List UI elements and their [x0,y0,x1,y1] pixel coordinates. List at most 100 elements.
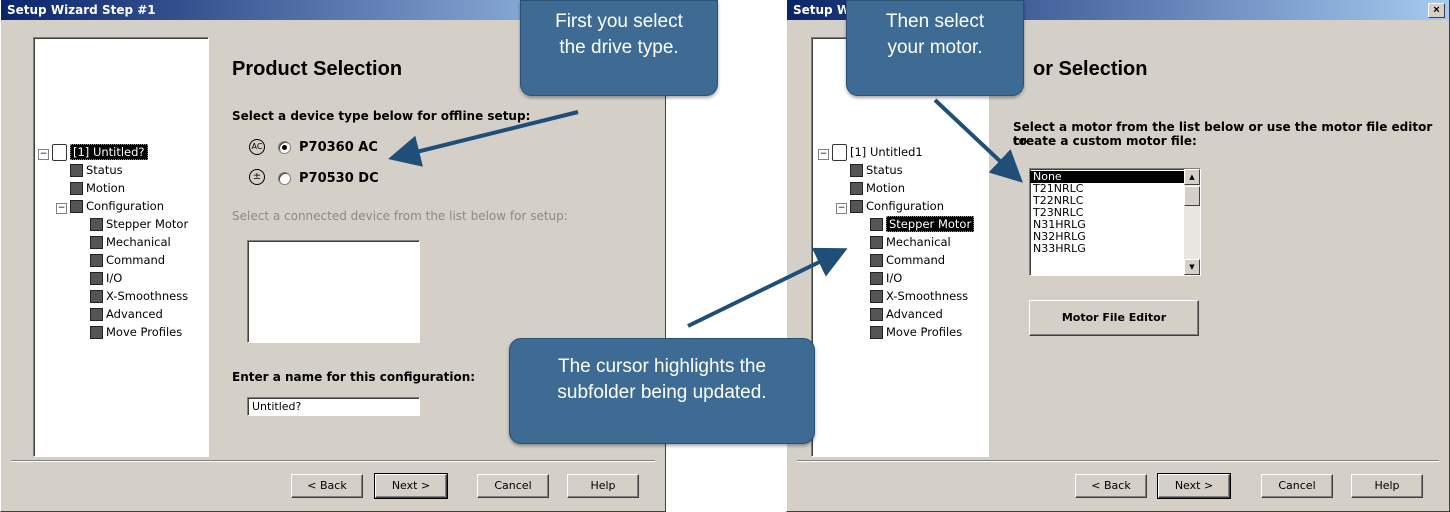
stepper-motor-icon [90,218,103,231]
tree-item-label: X-Smoothness [886,289,969,303]
tree-item-mechanical[interactable]: Mechanical [90,233,171,251]
configuration-icon [70,200,83,213]
configuration-tree-panel: − [1] Untitled1 Status Motion − Configur… [811,37,989,457]
page-heading: or Selection [1033,58,1148,80]
tree-root-item[interactable]: [1] Untitled1 [832,143,923,161]
callout-text: The cursor highlights the [557,356,767,377]
graduation-cap-icon [870,308,883,321]
collapse-toggle-icon[interactable]: − [56,203,67,214]
tree-item-status[interactable]: Status [850,161,903,179]
option-label-dc[interactable]: P70530 DC [299,171,379,186]
ac-symbol-icon: AC [249,139,265,155]
tree-item-command[interactable]: Command [90,251,165,269]
callout-text: First you select [555,11,683,32]
page-heading: Product Selection [232,58,403,80]
motion-icon [70,182,83,195]
stepper-motor-icon [870,218,883,231]
device-type-label: Select a device type below for offline s… [232,109,531,123]
connected-device-label: Select a connected device from the list … [232,209,568,223]
tree-item-stepper-motor[interactable]: Stepper Motor [90,215,188,233]
waveform-icon [90,290,103,303]
configuration-icon [850,200,863,213]
mechanical-icon [90,236,103,249]
tree-item-label: Advanced [886,307,943,321]
back-button[interactable]: < Back [1075,474,1147,498]
callout-text: Then select [885,11,985,32]
status-icon [850,164,863,177]
tree-item-label: Status [86,163,123,177]
tree-item-command[interactable]: Command [870,251,945,269]
scrollbar[interactable]: ▲ ▼ [1184,169,1200,275]
tree-item-label: Configuration [866,199,944,213]
graduation-cap-icon [90,308,103,321]
divider [11,460,655,462]
config-name-label: Enter a name for this configuration: [232,370,476,384]
tree-item-label: Advanced [106,307,163,321]
next-button[interactable]: Next > [374,473,448,499]
tree-item-move-profiles[interactable]: Move Profiles [90,323,182,341]
scroll-up-icon[interactable]: ▲ [1184,169,1200,185]
tree-item-label: I/O [886,271,903,285]
command-icon [870,254,883,267]
tree-item-mechanical[interactable]: Mechanical [870,233,951,251]
tree-root-item[interactable]: [1] Untitled? [52,143,148,161]
dc-symbol-icon: ± [249,169,265,185]
tree-item-x-smoothness[interactable]: X-Smoothness [90,287,188,305]
collapse-toggle-icon[interactable]: − [836,203,847,214]
cancel-button[interactable]: Cancel [1261,474,1333,498]
mechanical-icon [870,236,883,249]
list-item[interactable]: N33HRLG [1030,243,1184,255]
command-icon [90,254,103,267]
collapse-toggle-icon[interactable]: − [818,149,829,160]
radio-p70530-dc[interactable] [278,172,291,185]
callout-motor: Then select your motor. [846,0,1024,96]
cancel-button[interactable]: Cancel [477,474,549,498]
tree-item-move-profiles[interactable]: Move Profiles [870,323,962,341]
tree-item-io[interactable]: I/O [870,269,902,287]
tree-item-motion[interactable]: Motion [70,179,125,197]
config-name-field[interactable]: Untitled? [247,397,420,416]
tree-item-advanced[interactable]: Advanced [90,305,163,323]
tree-item-label: Move Profiles [106,325,183,339]
next-button[interactable]: Next > [1157,473,1231,499]
help-button[interactable]: Help [1351,474,1423,498]
tree-item-x-smoothness[interactable]: X-Smoothness [870,287,968,305]
option-label-ac[interactable]: P70360 AC [299,140,378,155]
drive-icon [52,144,67,161]
close-icon[interactable]: × [1428,3,1445,18]
scroll-thumb[interactable] [1184,186,1200,206]
profile-icon [90,326,103,339]
back-button[interactable]: < Back [291,474,363,498]
tree-root-label: [1] Untitled1 [850,145,923,159]
tree-item-motion[interactable]: Motion [850,179,905,197]
io-icon [90,272,103,285]
motor-list[interactable]: None T21NRLC T22NRLC T23NRLC N31HRLG N32… [1029,168,1201,276]
tree-item-stepper-motor[interactable]: Stepper Motor [870,215,975,233]
scroll-down-icon[interactable]: ▼ [1184,259,1200,275]
tree-item-label: Mechanical [886,235,951,249]
collapse-toggle-icon[interactable]: − [38,149,49,160]
callout-text: your motor. [887,37,983,58]
tree-item-advanced[interactable]: Advanced [870,305,943,323]
tree-item-label: X-Smoothness [106,289,189,303]
tree-item-label: Stepper Motor [106,217,189,231]
tree-item-label: Command [886,253,946,267]
radio-p70360-ac[interactable] [278,141,291,154]
motor-list-items: None T21NRLC T22NRLC T23NRLC N31HRLG N32… [1030,169,1184,255]
tree-item-io[interactable]: I/O [90,269,122,287]
tree-item-label: Move Profiles [886,325,963,339]
drive-icon [832,144,847,161]
tree-item-label: I/O [106,271,123,285]
tree-item-configuration[interactable]: Configuration [70,197,164,215]
waveform-icon [870,290,883,303]
tree-item-configuration[interactable]: Configuration [850,197,944,215]
motor-file-editor-button[interactable]: Motor File Editor [1029,300,1199,336]
tree-item-label: Configuration [86,199,164,213]
help-button[interactable]: Help [567,474,639,498]
tree-root-label: [1] Untitled? [70,144,148,160]
connected-device-list[interactable] [247,240,420,343]
status-icon [70,164,83,177]
divider [797,460,1439,462]
tree-item-status[interactable]: Status [70,161,123,179]
callout-drive-type: First you select the drive type. [520,0,718,96]
